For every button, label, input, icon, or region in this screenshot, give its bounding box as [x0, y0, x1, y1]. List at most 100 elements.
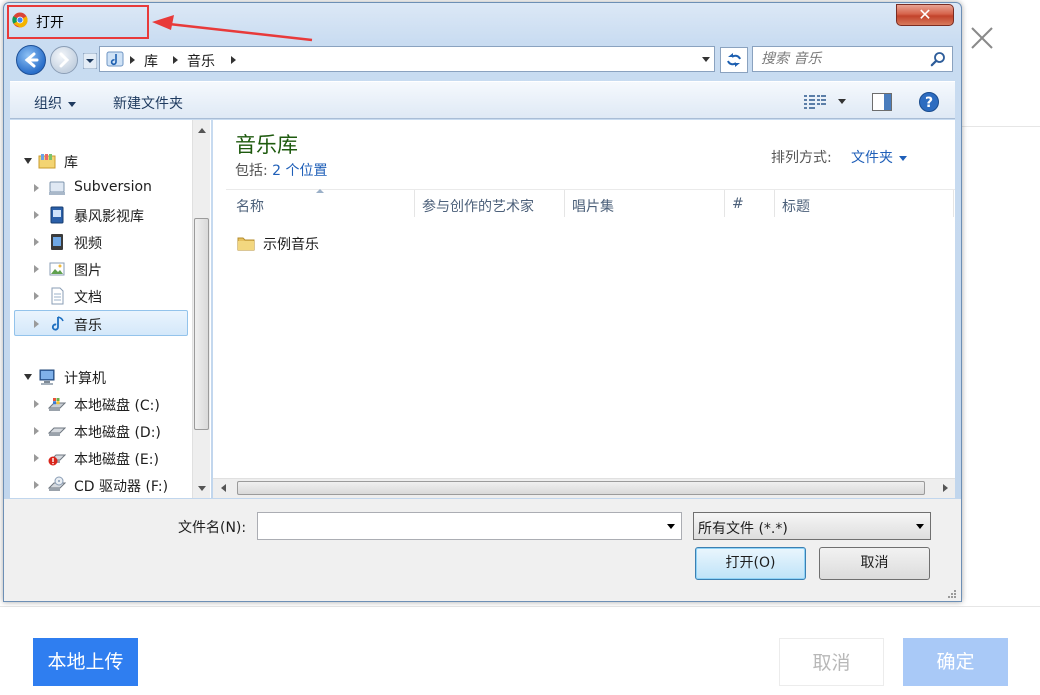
column-title[interactable]: 标题	[782, 196, 810, 216]
filename-combobox[interactable]	[257, 512, 682, 540]
column-album[interactable]: 唱片集	[572, 196, 614, 216]
expand-icon[interactable]	[34, 184, 39, 192]
organize-menu[interactable]: 组织	[34, 93, 76, 113]
arrange-by-label: 排列方式:	[771, 150, 832, 166]
expand-icon[interactable]	[34, 427, 39, 435]
dialog-cancel-button[interactable]: 取消	[819, 547, 930, 580]
search-icon[interactable]	[930, 51, 946, 67]
column-divider[interactable]	[953, 190, 954, 217]
expand-icon[interactable]	[34, 292, 39, 300]
breadcrumb-separator[interactable]	[231, 56, 236, 64]
expand-icon[interactable]	[34, 481, 39, 489]
scroll-left-icon[interactable]	[221, 484, 226, 492]
list-scrollbar[interactable]	[213, 478, 955, 498]
tree-item-computer[interactable]: 计算机	[14, 364, 188, 390]
expand-icon[interactable]	[34, 238, 39, 246]
expand-icon[interactable]	[24, 158, 32, 164]
scroll-up-icon[interactable]	[198, 128, 206, 133]
bg-divider-top	[962, 126, 1040, 127]
scroll-down-icon[interactable]	[198, 486, 206, 491]
back-button[interactable]	[16, 45, 46, 75]
cancel-button[interactable]: 取消	[779, 638, 884, 686]
breadcrumb-separator[interactable]	[130, 56, 135, 64]
expand-icon[interactable]	[34, 211, 39, 219]
expand-icon[interactable]	[34, 320, 39, 328]
preview-pane-icon[interactable]	[872, 93, 892, 111]
resize-grip-icon[interactable]	[947, 589, 957, 599]
hard-drive-icon	[48, 427, 66, 436]
help-icon[interactable]: ?	[919, 92, 939, 112]
nav-scrollbar[interactable]	[192, 120, 210, 498]
chevron-down-icon	[899, 155, 907, 161]
bg-divider-bottom	[0, 606, 1040, 607]
local-upload-button[interactable]: 本地上传	[33, 638, 138, 686]
address-bar[interactable]: 库 音乐	[99, 46, 715, 72]
tree-item-subversion[interactable]: Subversion	[14, 175, 188, 201]
column-divider[interactable]	[564, 190, 565, 217]
filetype-select[interactable]: 所有文件 (*.*)	[693, 512, 931, 540]
column-name[interactable]: 名称	[236, 196, 264, 216]
address-history-dropdown[interactable]	[702, 57, 710, 62]
tree-item-library[interactable]: 库	[14, 148, 188, 174]
scroll-right-icon[interactable]	[943, 484, 948, 492]
tree-item-documents[interactable]: 文档	[14, 283, 188, 309]
includes-locations-link[interactable]: 2 个位置	[272, 163, 327, 179]
column-divider[interactable]	[414, 190, 415, 217]
tree-item-videos[interactable]: 视频	[14, 229, 188, 255]
column-number[interactable]: #	[732, 196, 744, 212]
arrange-by-value: 文件夹	[851, 150, 893, 166]
recent-pages-dropdown[interactable]	[83, 53, 97, 69]
view-options-dropdown[interactable]	[838, 99, 846, 104]
expand-icon[interactable]	[24, 374, 32, 380]
search-input[interactable]	[761, 50, 921, 68]
list-item[interactable]: 示例音乐	[235, 233, 435, 255]
tree-item-music[interactable]: 音乐	[14, 310, 188, 336]
expand-icon[interactable]	[34, 454, 39, 462]
tree-label: 暴风影视库	[74, 209, 144, 225]
drive-warning-icon	[48, 454, 66, 466]
cd-drive-icon	[48, 476, 66, 491]
breadcrumb-music[interactable]: 音乐	[187, 51, 215, 71]
expand-icon[interactable]	[34, 400, 39, 408]
dialog-close-button[interactable]: ✕	[896, 4, 954, 26]
chevron-down-icon[interactable]	[667, 524, 675, 529]
close-icon[interactable]	[966, 22, 998, 54]
tree-item-drive-c[interactable]: 本地磁盘 (C:)	[14, 391, 188, 417]
tree-label: 本地磁盘 (D:)	[74, 425, 161, 441]
tree-item-pictures[interactable]: 图片	[14, 256, 188, 282]
search-box[interactable]	[752, 46, 953, 72]
title-highlight-box	[7, 5, 149, 39]
computer-icon	[39, 369, 55, 385]
column-divider[interactable]	[774, 190, 775, 217]
file-name: 示例音乐	[263, 237, 319, 253]
tree-item-drive-f[interactable]: CD 驱动器 (F:)	[14, 472, 188, 498]
new-folder-button[interactable]: 新建文件夹	[113, 93, 183, 113]
breadcrumb-separator[interactable]	[173, 56, 178, 64]
expand-icon[interactable]	[34, 265, 39, 273]
refresh-button[interactable]	[720, 47, 748, 73]
open-button[interactable]: 打开(O)	[695, 547, 806, 580]
forward-button[interactable]	[50, 46, 78, 74]
arrow-left-icon	[24, 52, 39, 68]
tree-label: 文档	[74, 290, 102, 306]
view-mode-icon[interactable]	[804, 94, 826, 110]
documents-icon	[51, 287, 64, 305]
tree-label: Subversion	[74, 179, 152, 195]
filename-input[interactable]	[262, 517, 652, 535]
column-divider[interactable]	[724, 190, 725, 217]
breadcrumb-library[interactable]: 库	[144, 51, 158, 71]
tree-item-drive-e[interactable]: 本地磁盘 (E:)	[14, 445, 188, 471]
tree-label: 本地磁盘 (E:)	[74, 452, 159, 468]
arrange-by-dropdown[interactable]: 文件夹	[851, 147, 907, 167]
navigation-pane: 库 Subversion 暴风影视库 视频 图片 文档 音乐 计算机 本地磁盘 …	[10, 120, 211, 498]
scroll-thumb[interactable]	[194, 218, 209, 430]
svg-text:?: ?	[925, 95, 933, 111]
tree-item-drive-d[interactable]: 本地磁盘 (D:)	[14, 418, 188, 444]
tree-item-baofeng[interactable]: 暴风影视库	[14, 202, 188, 228]
includes-label: 包括:	[235, 163, 273, 179]
scroll-thumb[interactable]	[237, 481, 925, 495]
filetype-value: 所有文件 (*.*)	[698, 521, 788, 537]
column-artist[interactable]: 参与创作的艺术家	[422, 196, 534, 216]
arrow-right-icon	[59, 52, 70, 68]
confirm-button[interactable]: 确定	[903, 638, 1008, 686]
